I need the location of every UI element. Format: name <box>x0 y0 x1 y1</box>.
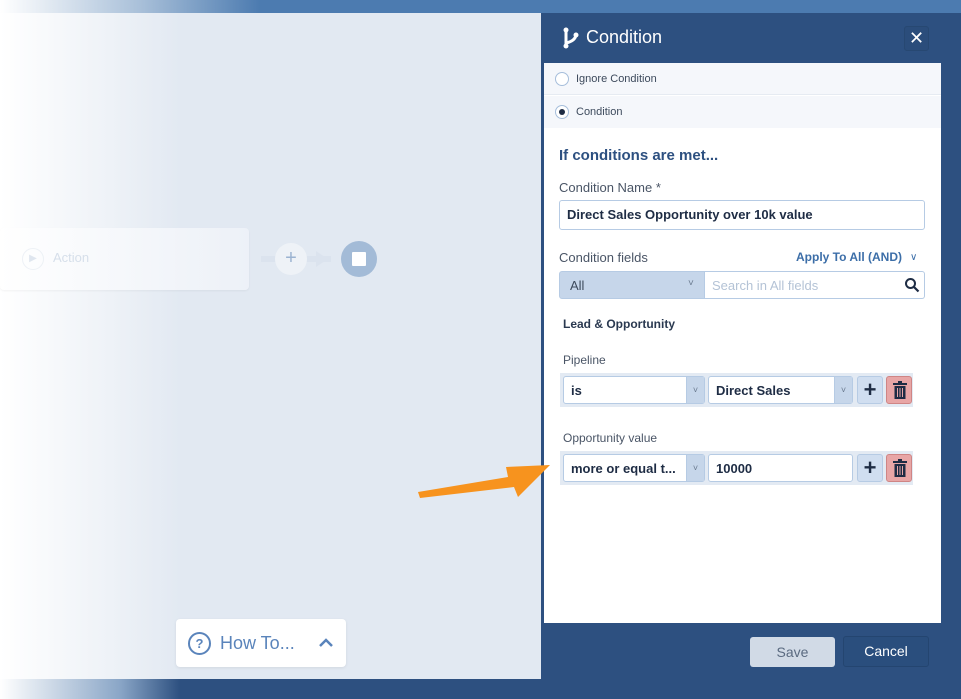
action-node[interactable]: ▶ Action <box>0 228 249 290</box>
value-text: Direct Sales <box>716 383 791 398</box>
condition-fields-label: Condition fields <box>559 250 648 265</box>
condition-field-label: Pipeline <box>563 353 606 367</box>
save-button[interactable]: Save <box>750 637 835 667</box>
search-icon <box>905 278 920 293</box>
panel-title: Condition <box>586 27 663 47</box>
operator-select[interactable]: is ˅ <box>563 376 705 404</box>
connector-arrow-icon <box>316 251 328 267</box>
operator-value: is <box>571 383 582 398</box>
group-title: Lead & Opportunity <box>563 317 675 331</box>
delete-condition-button[interactable] <box>886 454 912 482</box>
condition-name-label: Condition Name * <box>559 180 661 195</box>
value-select[interactable]: Direct Sales ˅ <box>708 376 853 404</box>
stop-icon <box>352 252 366 266</box>
chevron-down-icon: ˅ <box>686 455 704 481</box>
trash-icon <box>893 381 907 399</box>
radio-label: Condition <box>576 106 623 118</box>
chevron-down-icon: ˅ <box>834 377 852 403</box>
field-filter-select[interactable]: All ˅ <box>559 271 705 299</box>
plus-icon: + <box>285 247 297 269</box>
radio-label: Ignore Condition <box>576 73 657 85</box>
panel-body: Ignore Condition Condition If conditions… <box>544 63 941 623</box>
play-icon: ▶ <box>22 248 44 270</box>
annotation-arrow-icon <box>418 465 550 498</box>
close-icon: ✕ <box>908 28 925 48</box>
condition-field-label: Opportunity value <box>563 431 658 445</box>
branch-icon <box>563 27 579 49</box>
top-header-bar <box>0 0 961 13</box>
right-edge <box>941 13 961 679</box>
apply-mode-dropdown[interactable]: Apply To All (AND) <box>796 250 902 264</box>
search-placeholder: Search in All fields <box>712 278 819 293</box>
field-filter-value: All <box>570 278 585 293</box>
value-text: 10000 <box>716 461 753 476</box>
operator-value: more or equal t... <box>571 461 676 476</box>
question-circle-icon: ? <box>188 632 211 655</box>
operator-select[interactable]: more or equal t... ˅ <box>563 454 705 482</box>
plus-icon: + <box>863 455 877 480</box>
condition-name-input[interactable]: Direct Sales Opportunity over 10k value <box>559 200 925 230</box>
field-search-input[interactable]: Search in All fields <box>705 271 925 299</box>
plus-icon: + <box>863 377 877 402</box>
value-input[interactable]: 10000 <box>708 454 853 482</box>
close-button[interactable]: ✕ <box>904 26 929 51</box>
delete-condition-button[interactable] <box>886 376 912 404</box>
panel-header: Condition ✕ <box>541 13 941 63</box>
chevron-down-icon: ˅ <box>686 377 704 403</box>
condition-row: more or equal t... ˅ 10000 + <box>560 451 913 485</box>
add-step-button[interactable]: + <box>275 243 307 275</box>
workflow-canvas[interactable]: ▶ Action + ? How To... <box>0 13 543 679</box>
chevron-down-icon[interactable]: ∨ <box>910 252 917 263</box>
cancel-button[interactable]: Cancel <box>843 636 929 667</box>
add-condition-button[interactable]: + <box>857 376 883 404</box>
radio-button[interactable] <box>555 72 569 86</box>
condition-row: is ˅ Direct Sales ˅ + <box>560 373 913 407</box>
radio-button[interactable] <box>555 105 569 119</box>
section-title: If conditions are met... <box>559 147 719 164</box>
stop-node[interactable] <box>341 241 377 277</box>
chevron-down-icon: ˅ <box>688 278 694 289</box>
how-to-label: How To... <box>220 633 295 653</box>
bottom-bar <box>0 679 961 699</box>
radio-ignore-condition[interactable]: Ignore Condition <box>544 63 941 95</box>
chevron-up-icon <box>319 638 333 647</box>
how-to-button[interactable]: ? How To... <box>176 619 346 667</box>
action-node-label: Action <box>53 250 90 265</box>
condition-panel: Condition ✕ Ignore Condition Condition I… <box>541 13 941 679</box>
add-condition-button[interactable]: + <box>857 454 883 482</box>
radio-condition[interactable]: Condition <box>544 96 941 128</box>
trash-icon <box>893 459 907 477</box>
